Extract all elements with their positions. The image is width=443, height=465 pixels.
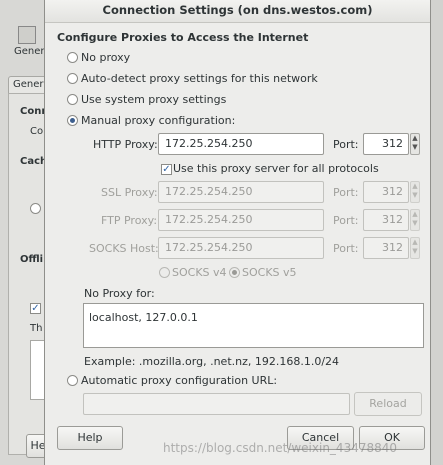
label-socks-v5[interactable]: SOCKS v5 — [242, 266, 297, 279]
auto-url-input[interactable] — [83, 393, 350, 415]
watermark-text: https://blog.csdn.net/weixin_43478840 — [163, 441, 398, 455]
toolbar-general-icon[interactable] — [18, 26, 36, 44]
toolbar-general-label[interactable]: Gener — [14, 46, 45, 57]
socks-port-stepper[interactable]: ▲ ▼ — [410, 237, 420, 259]
ssl-port-input[interactable]: 312 — [363, 181, 409, 203]
connection-label: Co — [30, 126, 44, 137]
connection-settings-dialog: Connection Settings (on dns.westos.com) … — [44, 0, 431, 465]
radio-socks-v4[interactable] — [159, 267, 170, 278]
ftp-port-label: Port: — [333, 214, 359, 227]
ftp-proxy-input[interactable]: 172.25.254.250 — [158, 209, 324, 231]
bg-checkbox[interactable]: ✓ — [30, 303, 41, 314]
section-offline: Offli — [20, 254, 44, 265]
dialog-heading: Configure Proxies to Access the Internet — [57, 31, 309, 44]
socks-host-input[interactable]: 172.25.254.250 — [158, 237, 324, 259]
label-auto-url[interactable]: Automatic proxy configuration URL: — [81, 374, 277, 387]
ssl-proxy-input[interactable]: 172.25.254.250 — [158, 181, 324, 203]
dialog-title: Connection Settings (on dns.westos.com) — [45, 0, 430, 23]
no-proxy-example: Example: .mozilla.org, .net.nz, 192.168.… — [84, 355, 340, 368]
label-auto-detect[interactable]: Auto-detect proxy settings for this netw… — [81, 72, 318, 85]
ssl-proxy-label: SSL Proxy: — [101, 186, 158, 199]
label-manual-proxy[interactable]: Manual proxy configuration: — [81, 114, 235, 127]
bg-text: Th — [30, 323, 43, 334]
reload-button[interactable]: Reload — [354, 392, 422, 416]
no-proxy-textarea[interactable]: localhost, 127.0.0.1 — [83, 303, 424, 348]
radio-auto-url[interactable] — [67, 375, 78, 386]
help-button[interactable]: Help — [57, 426, 123, 450]
ssl-port-label: Port: — [333, 186, 359, 199]
bg-radio[interactable] — [30, 203, 41, 214]
http-proxy-input[interactable]: 172.25.254.250 — [158, 133, 324, 155]
ftp-port-input[interactable]: 312 — [363, 209, 409, 231]
radio-socks-v5[interactable] — [229, 267, 240, 278]
radio-system-proxy[interactable] — [67, 94, 78, 105]
label-no-proxy[interactable]: No proxy — [81, 51, 130, 64]
share-proxy-checkbox[interactable]: ✓ — [161, 164, 172, 175]
http-proxy-label: HTTP Proxy: — [93, 138, 158, 151]
reload-label: Reload — [369, 397, 407, 410]
ftp-proxy-label: FTP Proxy: — [101, 214, 158, 227]
label-socks-v4[interactable]: SOCKS v4 — [172, 266, 227, 279]
no-proxy-for-label: No Proxy for: — [84, 287, 155, 300]
ssl-port-stepper[interactable]: ▲ ▼ — [410, 181, 420, 203]
http-port-input[interactable]: 312 — [363, 133, 409, 155]
bg-right-strip — [431, 0, 443, 465]
radio-auto-detect[interactable] — [67, 73, 78, 84]
socks-port-input[interactable]: 312 — [363, 237, 409, 259]
radio-no-proxy[interactable] — [67, 52, 78, 63]
socks-port-label: Port: — [333, 242, 359, 255]
http-port-label: Port: — [333, 138, 359, 151]
ftp-port-stepper[interactable]: ▲ ▼ — [410, 209, 420, 231]
label-system-proxy[interactable]: Use system proxy settings — [81, 93, 226, 106]
http-port-stepper[interactable]: ▲ ▼ — [410, 133, 420, 155]
no-proxy-value: localhost, 127.0.0.1 — [89, 311, 198, 324]
share-proxy-label[interactable]: Use this proxy server for all protocols — [173, 162, 379, 175]
radio-manual-proxy[interactable] — [67, 115, 78, 126]
help-label: Help — [77, 431, 103, 444]
tab-general-label: Gener — [13, 79, 44, 90]
socks-host-label: SOCKS Host: — [89, 242, 159, 255]
